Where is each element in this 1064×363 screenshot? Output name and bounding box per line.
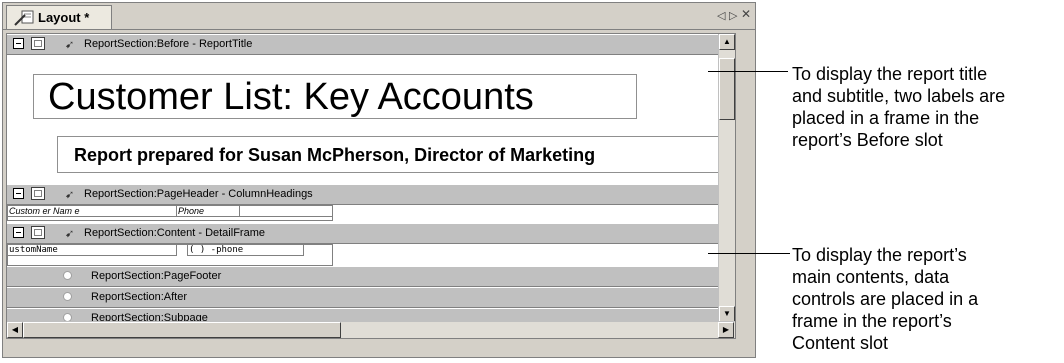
- frame-icon: [31, 37, 45, 50]
- horizontal-scrollbar[interactable]: ◀ ▶: [7, 321, 735, 338]
- detail-frame: [7, 244, 333, 266]
- horizontal-scroll-thumb[interactable]: [23, 322, 341, 338]
- section-label: ReportSection:Content - DetailFrame: [84, 227, 265, 239]
- arrow-icon: ➹: [65, 39, 75, 51]
- section-label: ReportSection:Before - ReportTitle: [84, 38, 253, 50]
- report-subtitle-text: Report prepared for Susan McPherson, Dir…: [74, 145, 596, 165]
- report-title-text: Customer List: Key Accounts: [48, 76, 534, 118]
- tab-layout[interactable]: Layout *: [6, 5, 112, 29]
- callout-content-line: controls are placed in a: [792, 289, 979, 309]
- report-subtitle-label[interactable]: Report prepared for Susan McPherson, Dir…: [57, 136, 723, 173]
- tab-bar: Layout * ◁ ▷ ✕: [3, 3, 755, 30]
- callout-content-line: frame in the report’s: [792, 311, 952, 331]
- frame-icon: [31, 226, 45, 239]
- section-label: ReportSection:PageFooter: [91, 270, 222, 282]
- callout-content-line: Content slot: [792, 333, 889, 353]
- layout-canvas: ➹ ReportSection:Before - ReportTitle Cus…: [6, 33, 736, 339]
- scroll-up-icon[interactable]: ▲: [719, 34, 735, 50]
- vertical-scroll-thumb[interactable]: [719, 58, 735, 120]
- scroll-down-icon[interactable]: ▼: [719, 306, 735, 322]
- scroll-right-icon[interactable]: ▶: [718, 322, 734, 338]
- tab-layout-label: Layout *: [38, 10, 90, 25]
- callout-line-title: [708, 71, 788, 72]
- callout-content-line: main contents, data: [792, 267, 950, 287]
- callout-title-line: placed in a frame in the: [792, 108, 980, 128]
- arrow-icon: ➹: [65, 228, 75, 240]
- arrow-icon: ➹: [65, 189, 75, 201]
- scroll-left-icon[interactable]: ◀: [7, 322, 23, 338]
- section-header-content[interactable]: ➹ ReportSection:Content - DetailFrame: [7, 223, 735, 244]
- layout-window: Layout * ◁ ▷ ✕ ➹ ReportSection:Before - …: [2, 2, 756, 358]
- callout-title-line: and subtitle, two labels are: [792, 86, 1006, 106]
- collapse-icon[interactable]: [13, 38, 24, 49]
- callout-content-line: To display the report’s: [792, 245, 967, 265]
- callout-line-content: [708, 253, 790, 254]
- callout-title-line: To display the report title: [792, 64, 988, 84]
- vertical-scrollbar[interactable]: ▲ ▼: [718, 34, 735, 323]
- frame-icon: [31, 187, 45, 200]
- next-arrow-icon[interactable]: ▷: [729, 9, 737, 22]
- section-radio-icon: [63, 271, 72, 280]
- report-title-label[interactable]: Customer List: Key Accounts: [33, 74, 637, 119]
- section-label: ReportSection:PageHeader - ColumnHeading…: [84, 188, 313, 200]
- callout-title-line: report’s Before slot: [792, 130, 943, 150]
- layout-icon: [14, 10, 34, 26]
- column-headings-frame: [7, 216, 333, 221]
- section-label: ReportSection:After: [91, 291, 187, 303]
- close-icon[interactable]: ✕: [741, 7, 751, 21]
- section-header-after[interactable]: ReportSection:After: [7, 287, 735, 308]
- collapse-icon[interactable]: [13, 227, 24, 238]
- section-header-before[interactable]: ➹ ReportSection:Before - ReportTitle: [7, 34, 735, 55]
- collapse-icon[interactable]: [13, 188, 24, 199]
- callout-title: To display the report title and subtitle…: [792, 63, 1005, 151]
- callout-content: To display the report’s main contents, d…: [792, 244, 978, 354]
- section-radio-icon: [63, 292, 72, 301]
- section-header-pagefooter[interactable]: ReportSection:PageFooter: [7, 266, 735, 287]
- section-header-pageheader[interactable]: ➹ ReportSection:PageHeader - ColumnHeadi…: [7, 184, 735, 205]
- previous-arrow-icon[interactable]: ◁: [717, 9, 725, 22]
